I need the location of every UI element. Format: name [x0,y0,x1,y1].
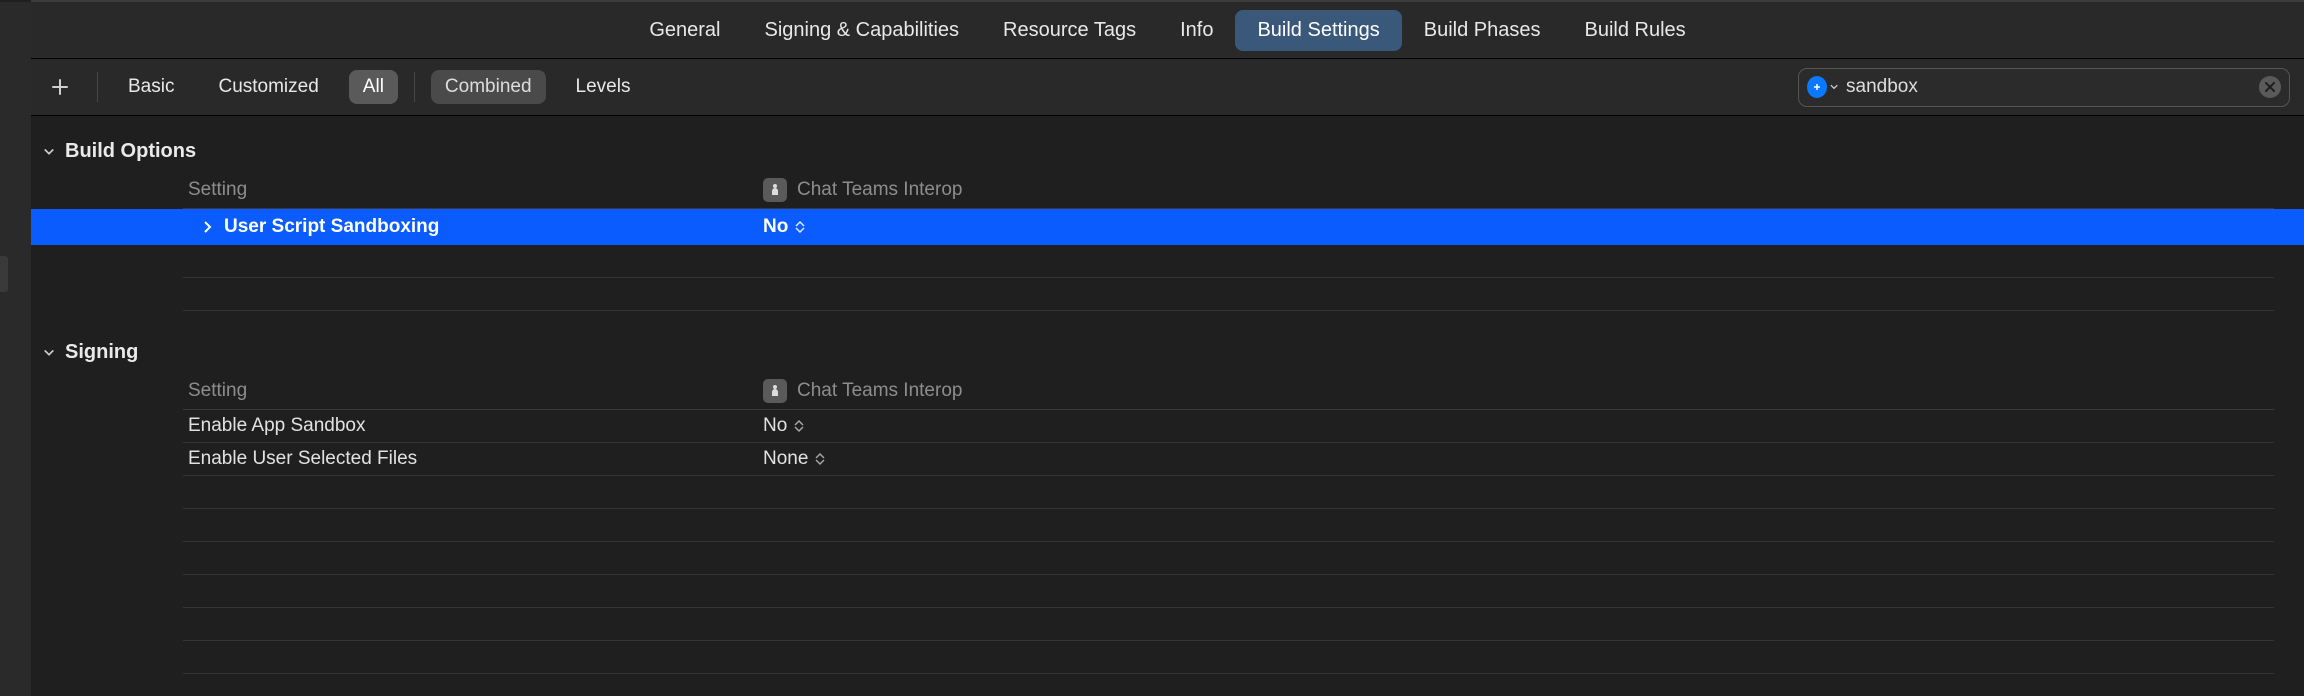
table-row [183,542,2274,575]
app-icon [763,379,787,403]
inspector-rail[interactable] [0,2,31,696]
tab-build-settings[interactable]: Build Settings [1235,10,1401,51]
separator [414,72,415,102]
section-build-options[interactable]: Build Options [31,116,2304,171]
setting-row-enable-user-selected-files[interactable]: Enable User Selected Files None [183,443,2274,476]
tab-info[interactable]: Info [1158,10,1235,51]
stepper-icon[interactable] [814,451,826,467]
editor-top-tabs: General Signing & Capabilities Resource … [31,0,2304,59]
setting-value[interactable]: None [763,448,808,470]
plus-icon [51,78,69,96]
filter-levels[interactable]: Levels [562,70,645,104]
stepper-icon[interactable] [793,418,805,434]
tab-signing-capabilities[interactable]: Signing & Capabilities [742,10,981,51]
setting-row-enable-app-sandbox[interactable]: Enable App Sandbox No [183,410,2274,443]
separator [97,72,98,102]
setting-name: Enable App Sandbox [188,415,366,437]
section-signing[interactable]: Signing [31,311,2304,372]
build-settings-search[interactable] [1798,68,2290,107]
setting-name: Enable User Selected Files [188,448,417,470]
column-target: Chat Teams Interop [763,379,2274,403]
column-header-row: Setting Chat Teams Interop [183,372,2274,410]
clear-search-button[interactable] [2259,76,2281,98]
section-title: Signing [65,341,138,364]
add-build-setting-button[interactable] [45,72,75,102]
scope-app-icon [1807,76,1827,98]
tab-build-phases[interactable]: Build Phases [1402,10,1563,51]
chevron-down-icon [43,347,55,359]
tab-resource-tags[interactable]: Resource Tags [981,10,1158,51]
column-header-row: Setting Chat Teams Interop [183,171,2274,209]
table-row [183,509,2274,542]
tab-build-rules[interactable]: Build Rules [1563,10,1708,51]
filter-basic[interactable]: Basic [114,70,188,104]
column-setting: Setting [183,380,763,402]
setting-name: User Script Sandboxing [224,216,439,238]
table-row [183,608,2274,641]
filter-customized[interactable]: Customized [204,70,332,104]
chevron-down-icon [1830,84,1838,90]
setting-row-user-script-sandboxing[interactable]: User Script Sandboxing No [31,209,2304,245]
build-settings-filter-bar: Basic Customized All Combined Levels [31,59,2304,116]
target-name: Chat Teams Interop [797,179,962,201]
build-settings-content: Build Options Setting Chat Teams Interop… [31,116,2304,696]
search-input[interactable] [1846,76,2259,98]
table-row [183,641,2274,674]
table-row [183,674,2274,696]
section-title: Build Options [65,140,196,163]
stepper-icon[interactable] [794,219,806,235]
setting-value[interactable]: No [763,415,787,437]
chevron-right-icon[interactable] [202,221,214,233]
target-name: Chat Teams Interop [797,380,962,402]
close-icon [2265,82,2275,92]
app-icon [763,178,787,202]
chevron-down-icon [43,146,55,158]
table-row [183,278,2274,311]
setting-value[interactable]: No [763,216,788,238]
column-setting: Setting [183,179,763,201]
tab-general[interactable]: General [627,10,742,51]
filter-all[interactable]: All [349,70,398,104]
table-row [183,575,2274,608]
column-target: Chat Teams Interop [763,178,2274,202]
table-row [183,476,2274,509]
filter-combined[interactable]: Combined [431,70,546,104]
search-scope-button[interactable] [1807,75,1838,100]
table-row [183,245,2274,278]
